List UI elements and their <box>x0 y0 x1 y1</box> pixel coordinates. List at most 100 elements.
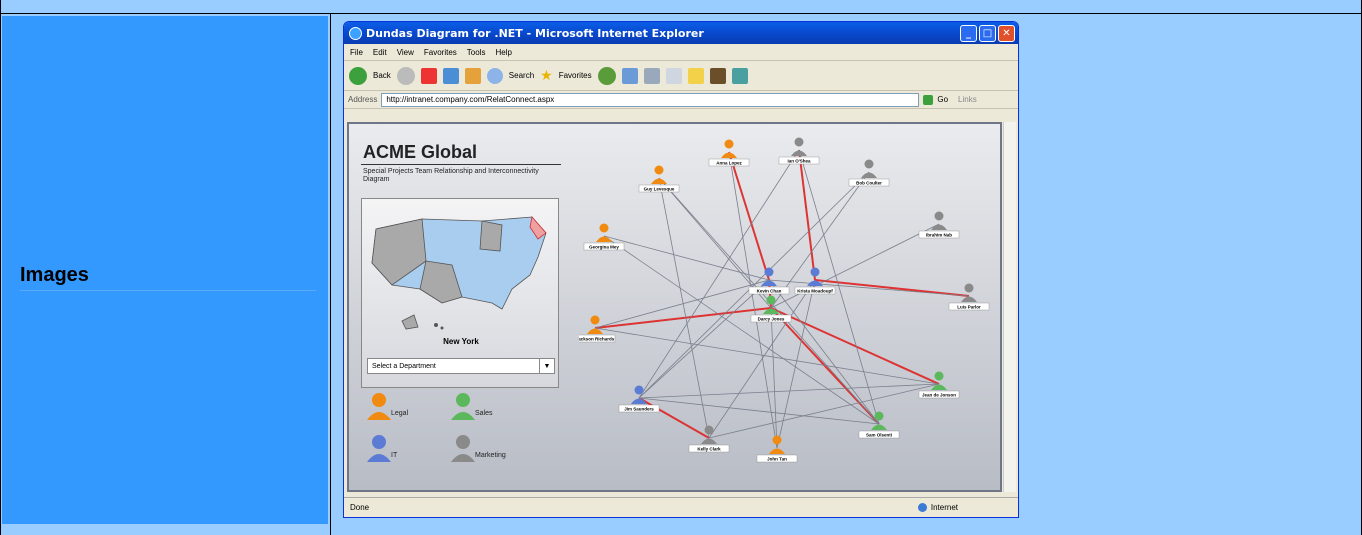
url-text: http://intranet.company.com/RelatConnect… <box>386 95 555 104</box>
legend-marketing: Marketing <box>475 452 506 459</box>
go-arrow-icon[interactable] <box>923 94 934 105</box>
legend-sales-icon <box>451 393 475 420</box>
person-icon <box>810 267 820 277</box>
search-button-label[interactable]: Search <box>509 71 534 80</box>
person-icon <box>764 267 774 277</box>
maximize-button[interactable]: □ <box>979 24 996 42</box>
print-icon[interactable] <box>643 67 660 84</box>
mail-icon[interactable] <box>621 67 638 84</box>
relationship-link <box>814 279 970 297</box>
search-icon[interactable] <box>486 67 503 84</box>
relationship-link <box>768 279 880 425</box>
person-icon <box>599 223 609 233</box>
row-label-underline <box>20 290 316 291</box>
person-icon <box>794 137 804 147</box>
person-name: Sam Olsenti <box>866 433 892 438</box>
menu-bar: File Edit View Favorites Tools Help <box>344 44 1018 61</box>
folder-icon[interactable] <box>687 67 704 84</box>
person-name: Anna Lopez <box>716 161 742 166</box>
links-label[interactable]: Links <box>958 95 977 104</box>
person-node[interactable]: Bob Coulter <box>848 159 890 187</box>
person-body <box>701 438 717 444</box>
vertical-scrollbar[interactable] <box>1003 122 1016 492</box>
favorites-button-label[interactable]: Favorites <box>559 71 592 80</box>
relationship-link <box>798 149 816 281</box>
us-map[interactable] <box>362 205 560 335</box>
go-button[interactable]: Go <box>937 95 948 104</box>
back-button-label[interactable]: Back <box>373 71 391 80</box>
address-bar: Address http://intranet.company.com/Rela… <box>344 91 1018 109</box>
legend-it: IT <box>391 452 398 459</box>
relationship-link <box>603 235 880 425</box>
legend-marketing-icon <box>451 435 475 462</box>
person-icon <box>590 315 600 325</box>
app-title: ACME Global <box>363 142 478 162</box>
menu-favorites[interactable]: Favorites <box>424 48 457 57</box>
window-title: Dundas Diagram for .NET - Microsoft Inte… <box>366 26 704 40</box>
person-node[interactable]: Ian O'Shea <box>778 137 820 165</box>
relationship-link <box>776 279 816 449</box>
person-body <box>769 448 785 454</box>
person-icon <box>964 283 974 293</box>
person-icon <box>934 211 944 221</box>
edit-icon[interactable] <box>665 67 682 84</box>
relationship-network[interactable]: Anna Lopez Ian O'Shea Bob Coulter Guy Leves… <box>579 128 999 488</box>
messenger-icon[interactable] <box>731 67 748 84</box>
menu-edit[interactable]: Edit <box>373 48 387 57</box>
selected-state-name: New York <box>443 337 479 346</box>
favorites-star-icon[interactable]: ★ <box>540 67 553 84</box>
person-node[interactable]: Sam Olsenti <box>858 411 900 439</box>
history-icon[interactable] <box>597 66 616 85</box>
person-name: John Tan <box>767 457 787 462</box>
menu-tools[interactable]: Tools <box>467 48 486 57</box>
back-arrow-icon[interactable] <box>349 66 367 85</box>
column-divider <box>330 14 331 535</box>
relationship-link <box>594 307 772 329</box>
department-select[interactable]: Select a Department ▼ <box>367 358 555 374</box>
close-button[interactable]: ✕ <box>998 24 1015 42</box>
address-input[interactable]: http://intranet.company.com/RelatConnect… <box>381 92 920 107</box>
person-node[interactable]: Jim Saunders <box>618 385 660 413</box>
person-node[interactable]: Guy Levesque <box>638 165 680 193</box>
person-body <box>861 172 877 178</box>
person-name: Kevin Chan <box>757 289 782 294</box>
relationship-link <box>603 235 770 281</box>
person-node[interactable]: Anna Lopez <box>708 139 750 167</box>
menu-file[interactable]: File <box>350 48 363 57</box>
minimize-button[interactable]: _ <box>960 24 977 42</box>
title-underline <box>361 164 561 165</box>
research-icon[interactable] <box>709 67 726 84</box>
person-name: Ian O'Shea <box>787 159 811 164</box>
zone-text: Internet <box>930 503 958 512</box>
person-name: Kelly Clark <box>697 447 721 452</box>
table-border-left <box>0 14 1 535</box>
menu-view[interactable]: View <box>397 48 414 57</box>
person-node[interactable]: Georgina Mey <box>583 223 625 251</box>
person-node[interactable]: John Tan <box>756 435 798 463</box>
chevron-down-icon[interactable]: ▼ <box>539 359 554 373</box>
person-name: Luis Parlor <box>957 305 981 310</box>
person-icon <box>874 411 884 421</box>
person-name: Darcy Jones <box>758 317 785 322</box>
person-icon <box>654 165 664 175</box>
forward-arrow-icon[interactable] <box>396 66 415 85</box>
menu-help[interactable]: Help <box>495 48 511 57</box>
stop-icon[interactable] <box>420 67 437 84</box>
person-node[interactable]: Luis Parlor <box>948 283 990 311</box>
person-body <box>587 328 603 334</box>
refresh-icon[interactable] <box>442 67 459 84</box>
person-node[interactable]: Ibrahim Nab <box>918 211 960 239</box>
relationship-link <box>594 327 940 385</box>
legend-legal-icon <box>367 393 391 420</box>
person-icon <box>766 295 776 305</box>
relationship-link <box>770 223 940 309</box>
home-icon[interactable] <box>464 67 481 84</box>
person-name: Ibrahim Nab <box>926 233 952 238</box>
person-body <box>931 224 947 230</box>
legend <box>367 393 475 462</box>
person-body <box>791 150 807 156</box>
relationship-link <box>638 397 710 439</box>
person-name: Jim Saunders <box>624 407 654 412</box>
legend-legal: Legal <box>391 410 409 417</box>
relationship-link <box>638 397 880 425</box>
